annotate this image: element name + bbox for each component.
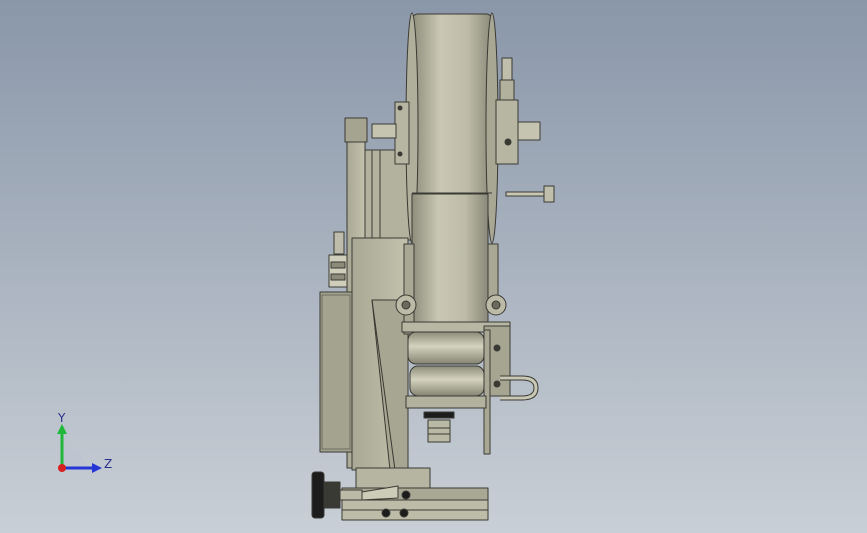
frame-column-cap bbox=[344, 117, 368, 143]
lower-plate bbox=[403, 243, 415, 335]
z-axis-label: Z bbox=[104, 457, 112, 471]
label-web bbox=[411, 193, 489, 325]
base-block bbox=[355, 467, 431, 489]
y-axis-arrow bbox=[57, 424, 67, 434]
drum-hub-right bbox=[495, 99, 519, 165]
y-axis-label: Y bbox=[57, 411, 66, 425]
z-axis-arrow bbox=[92, 463, 102, 473]
peel-blade bbox=[483, 329, 491, 455]
axis-triad: Y Z bbox=[57, 411, 112, 473]
adjuster-knob[interactable] bbox=[311, 471, 325, 519]
axle-left bbox=[371, 123, 397, 139]
adjust-pin bbox=[505, 191, 547, 197]
lower-guide bbox=[405, 395, 487, 409]
triad-base-arc bbox=[62, 446, 88, 468]
black-block bbox=[423, 411, 455, 419]
fitting-top bbox=[501, 57, 513, 83]
nip-roller bbox=[409, 365, 485, 397]
x-axis-dot bbox=[58, 464, 66, 472]
axle-right bbox=[517, 121, 541, 141]
air-cylinder bbox=[328, 254, 348, 288]
control-box bbox=[319, 291, 353, 453]
label-drum bbox=[411, 13, 493, 195]
labeling-machine-model[interactable] bbox=[0, 0, 867, 533]
drive-roller bbox=[407, 331, 485, 365]
graphics-viewport[interactable]: Y Z bbox=[0, 0, 867, 533]
